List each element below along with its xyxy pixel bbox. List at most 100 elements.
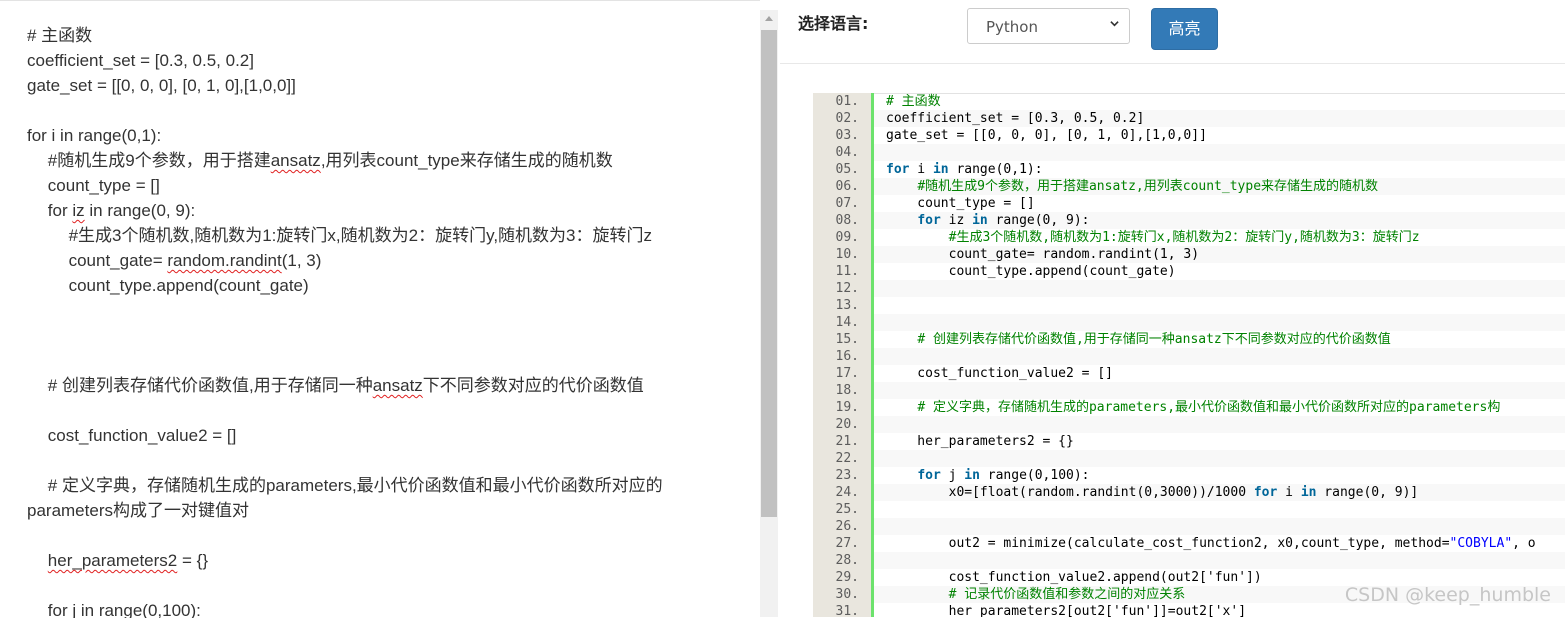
code-line-text (874, 552, 1565, 569)
code-line: 22. (813, 450, 1565, 467)
code-line: 07. count_type = [] (813, 195, 1565, 212)
source-text-editor[interactable]: # 主函数 coefficient_set = [0.3, 0.5, 0.2] ga… (0, 0, 760, 618)
line-number: 11. (835, 264, 859, 279)
code-line: 08. for iz in range(0, 9): (813, 212, 1565, 229)
code-line-text: gate_set = [[0, 0, 0], [0, 1, 0],[1,0,0]… (886, 128, 1207, 143)
editor-text-line: gate_set = [[0, 0, 0], [0, 1, 0],[1,0,0]… (27, 76, 296, 95)
editor-text-line: parameters构成了一对键值对 (27, 501, 249, 520)
scroll-up-arrow-icon[interactable] (760, 10, 778, 28)
line-number: 17. (835, 366, 859, 381)
line-number: 14. (835, 315, 859, 330)
code-line: 16. (813, 348, 1565, 365)
scrollbar-thumb[interactable] (761, 30, 777, 517)
code-line: 04. (813, 144, 1565, 161)
line-number: 25. (835, 502, 859, 517)
line-number: 15. (835, 332, 859, 347)
editor-text-line: count_gate= random.randint(1, 3) (68, 251, 322, 270)
editor-text-line: count_type.append(count_gate) (68, 276, 309, 295)
line-number: 01. (835, 94, 859, 109)
editor-text-line (27, 298, 747, 323)
editor-text-line: count_type = [] (47, 176, 160, 195)
code-line-text: cost_function_value2 = [] (886, 366, 1113, 381)
source-text-body[interactable]: # 主函数 coefficient_set = [0.3, 0.5, 0.2] ga… (27, 23, 747, 618)
code-line: 20. (813, 416, 1565, 433)
line-number: 29. (835, 570, 859, 585)
code-line-text (874, 314, 1565, 331)
editor-text-line: for iz in range(0, 9): (47, 201, 196, 220)
highlight-button[interactable]: 高亮 (1151, 8, 1218, 50)
line-number: 12. (835, 281, 859, 296)
editor-text-line (27, 523, 747, 548)
editor-text-line: her_parameters2 = {} (47, 551, 208, 570)
line-number: 04. (835, 145, 859, 160)
line-number: 10. (835, 247, 859, 262)
line-number: 19. (835, 400, 859, 415)
code-line: 13. (813, 297, 1565, 314)
code-line: 15. # 创建列表存储代价函数值,用于存储同一种ansatz下不同参数对应的代… (813, 331, 1565, 348)
code-line: 14. (813, 314, 1565, 331)
code-line: 23. for j in range(0,100): (813, 467, 1565, 484)
code-line-text: count_type.append(count_gate) (886, 264, 1176, 279)
editor-text-line: # 定义字典，存储随机生成的parameters,最小代价函数值和最小代价函数所… (47, 476, 663, 495)
line-number: 02. (835, 111, 859, 126)
line-number: 23. (835, 468, 859, 483)
editor-text-line: #随机生成9个参数，用于搭建ansatz,用列表count_type来存储生成的… (47, 151, 613, 170)
code-line-text (874, 382, 1565, 399)
code-line-text: # 定义字典，存储随机生成的parameters,最小代价函数值和最小代价函数所… (917, 400, 1501, 415)
code-line: 19. # 定义字典，存储随机生成的parameters,最小代价函数值和最小代… (813, 399, 1565, 416)
code-line-text (874, 450, 1565, 467)
code-line: 12. (813, 280, 1565, 297)
code-line-text: her_parameters2 = {} (886, 434, 1074, 449)
editor-text-line (27, 573, 747, 598)
line-number: 09. (835, 230, 859, 245)
csdn-watermark: CSDN @keep_humble (1344, 584, 1551, 606)
editor-text-line (27, 98, 747, 123)
editor-text-line: cost_function_value2 = [] (47, 426, 237, 445)
line-number: 05. (835, 162, 859, 177)
code-line: 11. count_type.append(count_gate) (813, 263, 1565, 280)
code-line-text: count_type = [] (886, 196, 1035, 211)
editor-text-line (27, 323, 747, 348)
editor-scrollbar[interactable] (760, 10, 778, 617)
code-line-text: # 创建列表存储代价函数值,用于存储同一种ansatz下不同参数对应的代价函数值 (917, 332, 1391, 347)
editor-text-line: for j in range(0,100): (47, 601, 201, 618)
language-select[interactable]: Python (967, 8, 1130, 44)
code-line: 17. cost_function_value2 = [] (813, 365, 1565, 382)
code-line-text: #生成3个随机数,随机数为1:旋转门x,随机数为2：旋转门y,随机数为3：旋转门… (948, 230, 1420, 245)
code-line: 10. count_gate= random.randint(1, 3) (813, 246, 1565, 263)
line-number: 16. (835, 349, 859, 364)
editor-text-line: for i in range(0,1): (27, 126, 162, 145)
code-line-text: count_gate= random.randint(1, 3) (874, 246, 1565, 263)
code-line-text (874, 280, 1565, 297)
code-line-text (874, 348, 1565, 365)
code-line-text (874, 144, 1565, 161)
language-label: 选择语言: (798, 14, 869, 33)
editor-text-line (27, 348, 747, 373)
line-number: 31. (835, 604, 859, 617)
code-line: 05. for i in range(0,1): (813, 161, 1565, 178)
code-line: 01. # 主函数 (813, 93, 1565, 110)
code-line-text: for j in range(0,100): (917, 468, 1090, 483)
code-line-text: x0=[float(random.randint(0,3000))/1000 f… (874, 484, 1565, 501)
line-number: 08. (835, 213, 859, 228)
code-line: 27. out2 = minimize(calculate_cost_funct… (813, 535, 1565, 552)
code-line: 09. #生成3个随机数,随机数为1:旋转门x,随机数为2：旋转门y,随机数为3… (813, 229, 1565, 246)
line-number: 13. (835, 298, 859, 313)
line-number: 21. (835, 434, 859, 449)
code-line: 06. #随机生成9个参数，用于搭建ansatz,用列表count_type来存… (813, 178, 1565, 195)
highlight-toolbar: 选择语言: Python 高亮 (780, 0, 1565, 64)
code-line: 21. her_parameters2 = {} (813, 433, 1565, 450)
code-line-text: # 主函数 (886, 94, 941, 109)
code-line-text: for iz in range(0, 9): (874, 212, 1565, 229)
chevron-down-icon (1110, 21, 1119, 27)
line-number: 28. (835, 553, 859, 568)
editor-text-line: coefficient_set = [0.3, 0.5, 0.2] (27, 51, 254, 70)
code-line: 26. (813, 518, 1565, 535)
code-line: 02. coefficient_set = [0.3, 0.5, 0.2] (813, 110, 1565, 127)
line-number: 24. (835, 485, 859, 500)
code-line-text: for i in range(0,1): (886, 162, 1043, 177)
code-line: 25. (813, 501, 1565, 518)
editor-text-line (27, 448, 747, 473)
